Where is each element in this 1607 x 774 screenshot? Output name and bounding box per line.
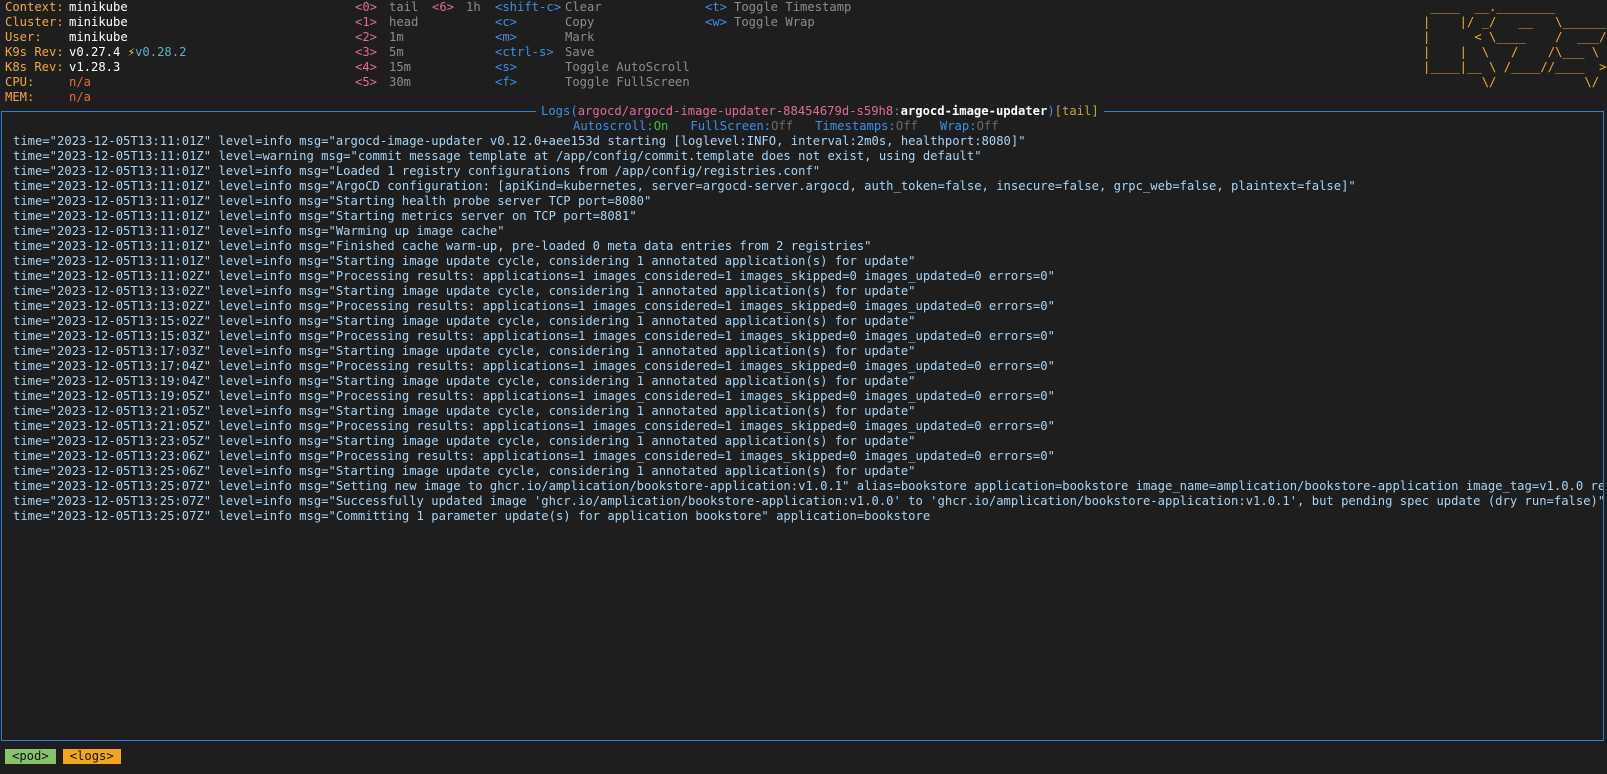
shortcut-save[interactable]: <ctrl-s> Save [495,45,690,60]
k8s-rev-value: v1.28.3 [69,60,121,74]
log-line: time="2023-12-05T13:13:02Z" level=info m… [13,299,1055,313]
log-line: time="2023-12-05T13:11:02Z" level=info m… [13,269,1055,283]
log-line: time="2023-12-05T13:21:05Z" level=info m… [13,404,916,418]
logs-panel[interactable]: Logs(argocd/argocd-image-updater-8845467… [1,103,1604,741]
logs-panel-title: Logs(argocd/argocd-image-updater-8845467… [536,103,1104,120]
shortcut-30m[interactable]: <5> 30m [355,75,418,90]
crumb-pod[interactable]: <pod> [5,749,56,764]
log-line: time="2023-12-05T13:11:01Z" level=info m… [13,224,505,238]
info-user: User: minikube [5,30,128,44]
log-line: time="2023-12-05T13:25:07Z" level=info m… [13,509,931,523]
shortcut-15m[interactable]: <4> 15m [355,60,418,75]
cluster-info: Context: minikube Cluster: minikube User: m… [5,0,186,105]
shortcut-1h[interactable]: <6> 1h [432,0,481,15]
shortcuts-time-range-extra: <6> 1h [432,0,481,15]
info-k9s-rev: K9s Rev: v0.27.4 ⚡v0.28.2 [5,45,187,59]
shortcuts-actions: <shift-c> Clear <c> Copy <m> Mark <ctrl-s> S… [495,0,690,90]
log-line: time="2023-12-05T13:23:05Z" level=info m… [13,434,916,448]
log-line: time="2023-12-05T13:11:01Z" level=info m… [13,209,637,223]
log-line: time="2023-12-05T13:23:06Z" level=info m… [13,449,1055,463]
log-status-indicators: Autoscroll:On FullScreen:Off Timestamps:Of… [573,119,999,134]
log-line: time="2023-12-05T13:15:03Z" level=info m… [13,329,1055,343]
context-value: minikube [69,0,128,14]
lightning-icon: ⚡ [127,45,136,59]
autoscroll-indicator: Autoscroll:On [573,119,669,133]
container-name: argocd-image-updater [900,104,1048,118]
log-line: time="2023-12-05T13:11:01Z" level=info m… [13,164,821,178]
log-line: time="2023-12-05T13:11:01Z" level=info m… [13,134,1026,148]
shortcuts-time-range: <0> tail <1> head <2> 1m <3> 5m <4> 15m <5> 30… [355,0,418,90]
info-cpu: CPU: n/a [5,75,92,89]
log-line: time="2023-12-05T13:11:01Z" level=info m… [13,179,1356,193]
log-lines[interactable]: time="2023-12-05T13:11:01Z" level=info m… [13,134,1603,524]
info-mem: MEM: n/a [5,90,92,104]
mem-value: n/a [69,90,92,104]
shortcut-1m[interactable]: <2> 1m [355,30,418,45]
log-line: time="2023-12-05T13:11:01Z" level=warnin… [13,149,982,163]
shortcut-clear[interactable]: <shift-c> Clear [495,0,690,15]
log-line: time="2023-12-05T13:15:02Z" level=info m… [13,314,916,328]
fullscreen-indicator: FullScreen:Off [690,119,794,133]
log-line: time="2023-12-05T13:25:06Z" level=info m… [13,464,916,478]
shortcut-head[interactable]: <1> head [355,15,418,30]
log-line: time="2023-12-05T13:25:07Z" level=info m… [13,494,1603,508]
shortcut-toggle-wrap[interactable]: <w> Toggle Wrap [705,15,851,30]
user-value: minikube [69,30,128,44]
log-line: time="2023-12-05T13:13:02Z" level=info m… [13,284,916,298]
log-line: time="2023-12-05T13:11:01Z" level=info m… [13,194,652,208]
wrap-indicator: Wrap:Off [939,119,999,133]
shortcut-5m[interactable]: <3> 5m [355,45,418,60]
k9s-rev-value: v0.27.4 [69,45,121,59]
shortcut-toggle-timestamp[interactable]: <t> Toggle Timestamp [705,0,851,15]
log-line: time="2023-12-05T13:19:05Z" level=info m… [13,389,1055,403]
shortcut-tail[interactable]: <0> tail [355,0,418,15]
k9s-terminal: Context: minikube Cluster: minikube User: m… [0,0,1607,774]
k9s-logo: ____ __.________ | |/ _/ __ \______ | < … [1423,0,1607,89]
shortcuts-toggles: <t> Toggle Timestamp <w> Toggle Wrap [705,0,851,30]
log-mode: [tail] [1054,104,1099,118]
breadcrumb: <pod> <logs> [5,749,128,764]
log-line: time="2023-12-05T13:17:04Z" level=info m… [13,359,1055,373]
log-line: time="2023-12-05T13:25:07Z" level=info m… [13,479,1603,493]
log-line: time="2023-12-05T13:21:05Z" level=info m… [13,419,1055,433]
shortcut-copy[interactable]: <c> Copy [495,15,690,30]
crumb-logs[interactable]: <logs> [62,749,121,764]
shortcut-toggle-fullscreen[interactable]: <f> Toggle FullScreen [495,75,690,90]
shortcut-mark[interactable]: <m> Mark [495,30,690,45]
log-line: time="2023-12-05T13:11:01Z" level=info m… [13,239,872,253]
timestamps-indicator: Timestamps:Off [815,119,918,133]
log-line: time="2023-12-05T13:17:03Z" level=info m… [13,344,916,358]
k9s-update-value: v0.28.2 [135,45,187,59]
pod-path: argocd/argocd-image-updater-88454679d-s5… [577,104,894,118]
info-context: Context: minikube [5,0,128,14]
info-cluster: Cluster: minikube [5,15,128,29]
log-line: time="2023-12-05T13:19:04Z" level=info m… [13,374,916,388]
info-k8s-rev: K8s Rev: v1.28.3 [5,60,121,74]
cpu-value: n/a [69,75,92,89]
log-line: time="2023-12-05T13:11:01Z" level=info m… [13,254,916,268]
cluster-value: minikube [69,15,128,29]
shortcut-toggle-autoscroll[interactable]: <s> Toggle AutoScroll [495,60,690,75]
